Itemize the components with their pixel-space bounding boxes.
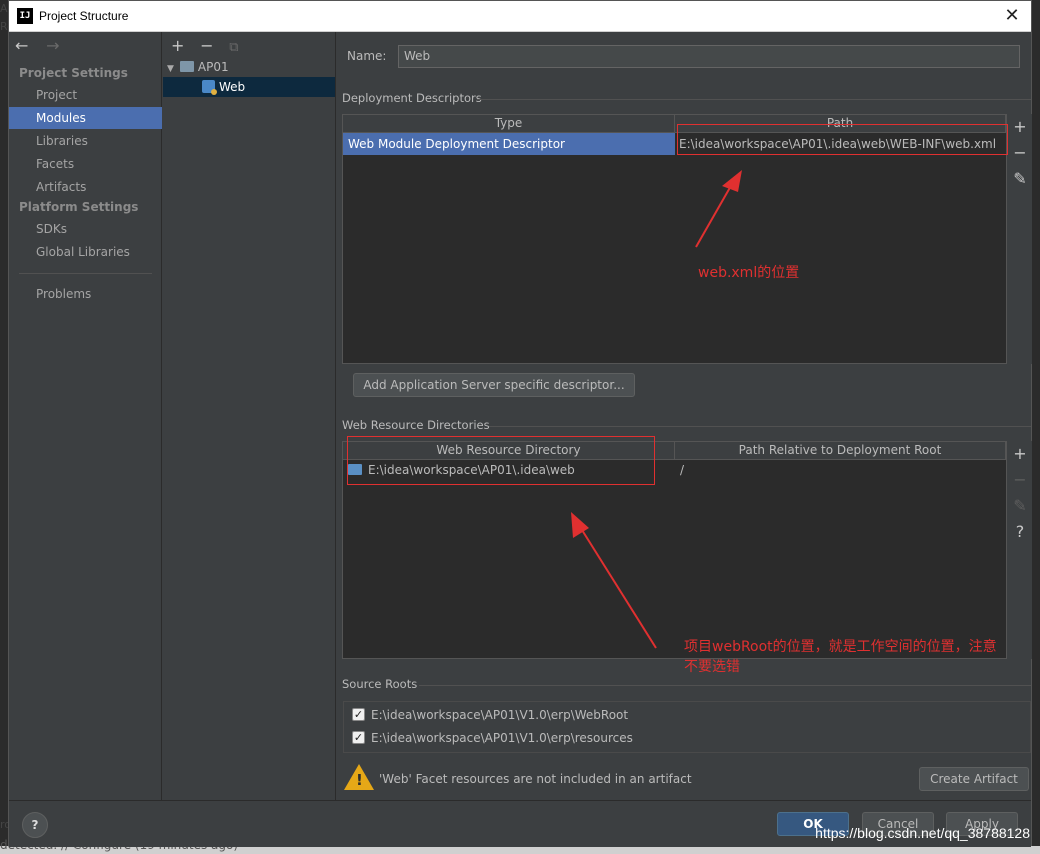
annotation-webxml-note: web.xml的位置 — [698, 265, 800, 281]
annotation-arrow-webxml — [695, 170, 742, 248]
watermark: https://blog.csdn.net/qq_38788128 — [815, 825, 1030, 841]
annotation-webroot-note-line2: 不要选错 — [684, 659, 740, 675]
annotation-arrows — [571, 170, 742, 649]
annotation-arrow-webroot — [571, 512, 657, 649]
annotation-webroot-note-line1: 项目webRoot的位置，就是工作空间的位置，注意 — [684, 639, 997, 655]
